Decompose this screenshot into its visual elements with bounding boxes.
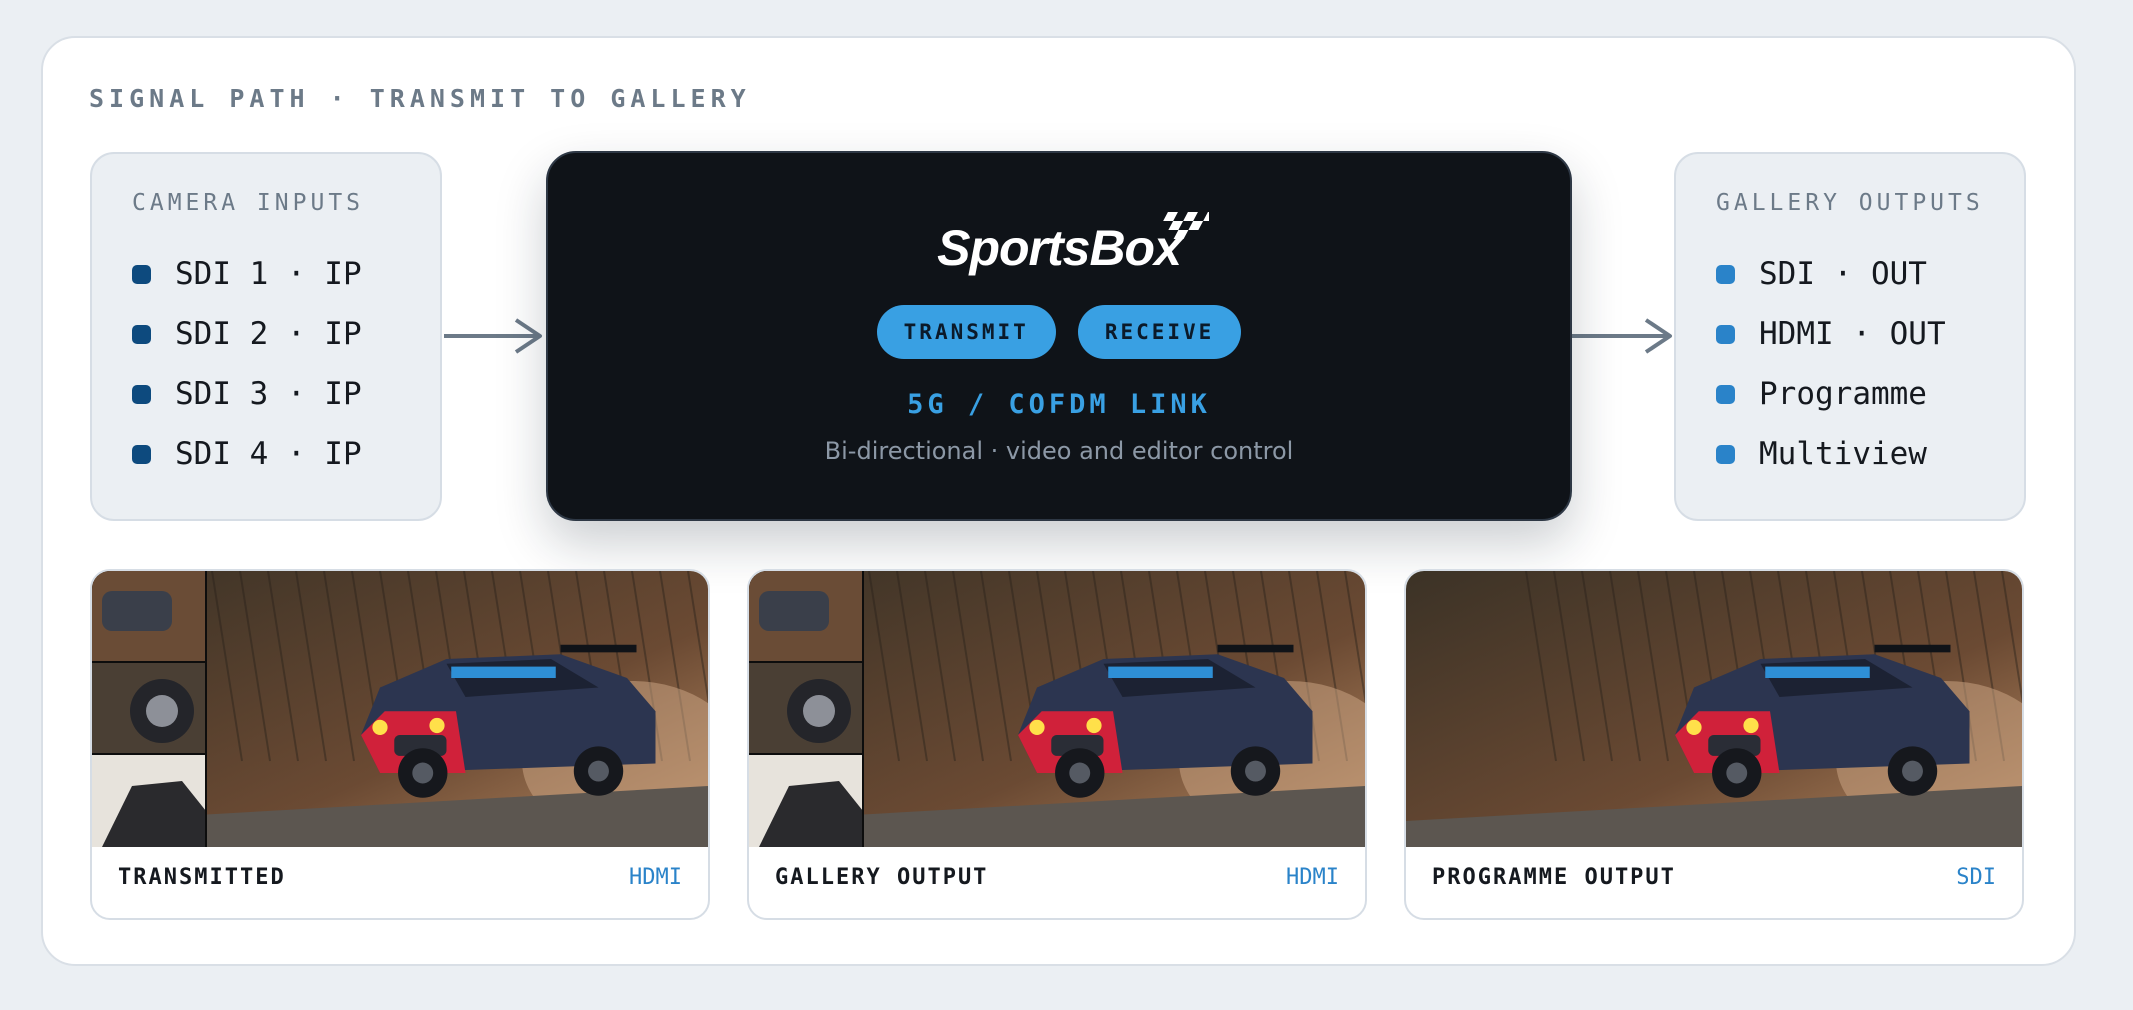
rally-photo [92,571,708,847]
gallery-output-item: Multiview [1716,434,1946,494]
transmitter-hub: SportsBox TRANSMIT RECEIVE 5G / COFDM LI… [546,151,1572,521]
video-tile-transmitted[interactable]: TRANSMITTED HDMI [90,569,710,920]
gallery-output-item: Programme [1716,374,1946,434]
tile-caption: GALLERY OUTPUT [775,865,989,890]
camera-input-item: SDI 2 · IP [132,314,362,374]
camera-input-label: SDI 1 · IP [175,256,362,292]
tile-caption: TRANSMITTED [118,865,286,890]
gallery-output-label: Programme [1759,376,1927,412]
page-title: SIGNAL PATH · TRANSMIT TO GALLERY [89,84,751,113]
logo-wordmark: SportsBox [937,220,1182,276]
receive-button[interactable]: RECEIVE [1077,305,1242,359]
status-dot-icon [1716,385,1735,404]
rally-photo [749,571,1365,847]
status-dot-icon [132,265,151,284]
gallery-output-label: HDMI · OUT [1759,316,1946,352]
camera-input-label: SDI 2 · IP [175,316,362,352]
video-tile-gallery-output[interactable]: GALLERY OUTPUT HDMI [747,569,1367,920]
status-dot-icon [1716,325,1735,344]
link-title: 5G / COFDM LINK [907,389,1211,420]
camera-input-item: SDI 4 · IP [132,434,362,494]
tile-format-tag: SDI [1956,865,1996,890]
arrow-right-icon [444,318,542,354]
gallery-outputs-panel: GALLERY OUTPUTS SDI · OUT HDMI · OUT Pro… [1674,152,2026,521]
gallery-output-item: SDI · OUT [1716,254,1946,314]
camera-input-label: SDI 3 · IP [175,376,362,412]
tile-format-tag: HDMI [1286,865,1339,890]
gallery-output-label: Multiview [1759,436,1927,472]
status-dot-icon [132,445,151,464]
camera-input-item: SDI 3 · IP [132,374,362,434]
camera-inputs-panel: CAMERA INPUTS SDI 1 · IP SDI 2 · IP SDI … [90,152,442,521]
video-tile-programme-output[interactable]: PROGRAMME OUTPUT SDI [1404,569,2024,920]
tile-format-tag: HDMI [629,865,682,890]
status-dot-icon [1716,445,1735,464]
link-subtitle: Bi-directional · video and editor contro… [824,437,1294,465]
status-dot-icon [132,385,151,404]
status-dot-icon [1716,265,1735,284]
status-dot-icon [132,325,151,344]
arrow-right-icon [1572,318,1672,354]
camera-input-label: SDI 4 · IP [175,436,362,472]
gallery-output-label: SDI · OUT [1759,256,1927,292]
camera-inputs-title: CAMERA INPUTS [132,190,365,216]
gallery-outputs-title: GALLERY OUTPUTS [1716,190,1984,216]
gallery-output-item: HDMI · OUT [1716,314,1946,374]
transmit-button[interactable]: TRANSMIT [876,305,1056,359]
tile-caption: PROGRAMME OUTPUT [1432,865,1676,890]
rally-photo [1406,571,2022,847]
checkered-flag-icon [1163,212,1209,239]
sportsbox-logo: SportsBox [548,208,1570,288]
camera-input-item: SDI 1 · IP [132,254,362,314]
